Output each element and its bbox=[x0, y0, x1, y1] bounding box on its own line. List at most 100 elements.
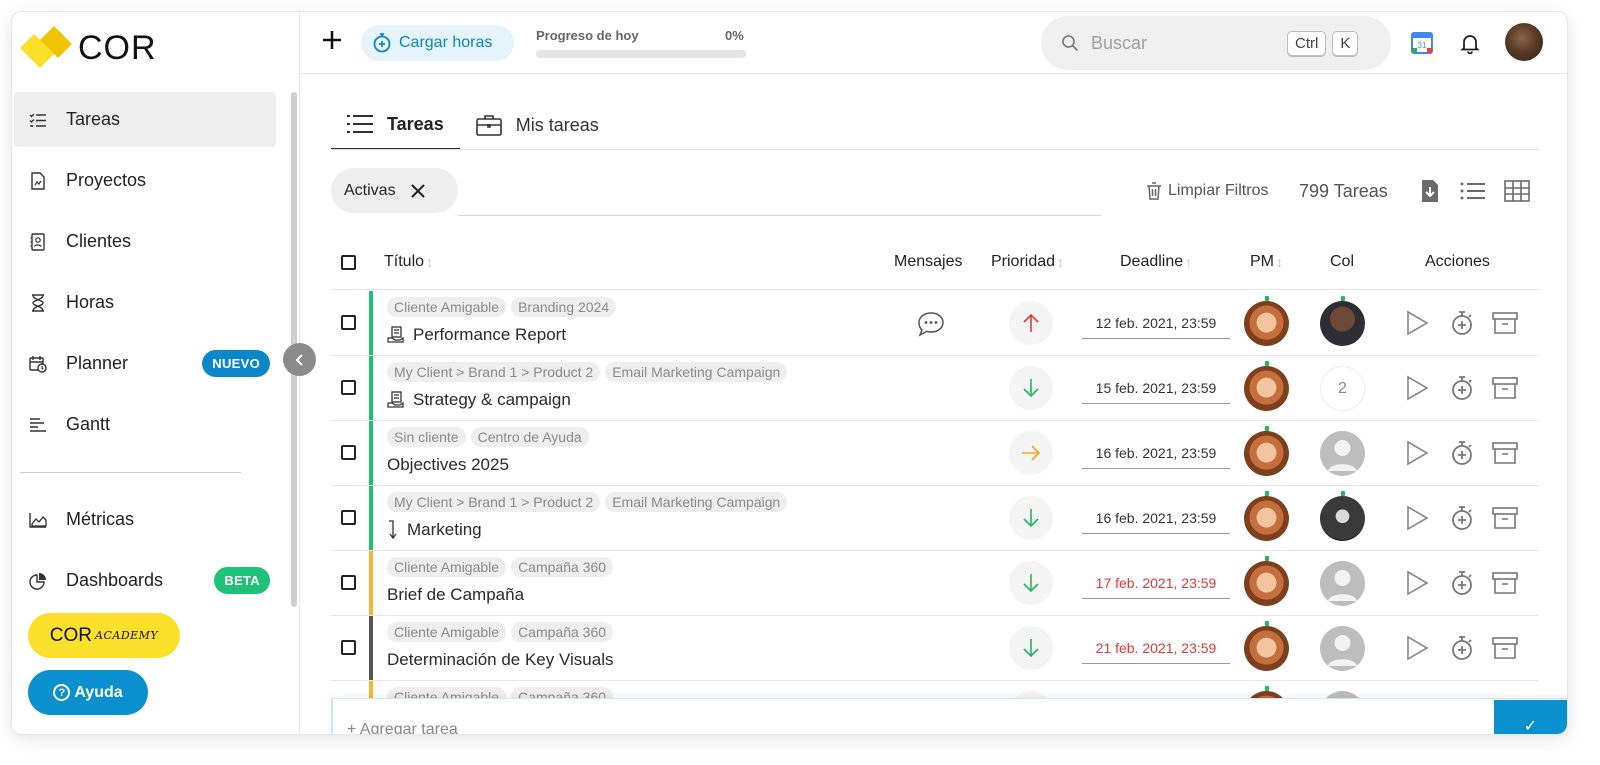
task-tag[interactable]: Campaña 360 bbox=[511, 557, 614, 577]
play-timer-icon[interactable] bbox=[1403, 374, 1431, 402]
archive-icon[interactable] bbox=[1491, 504, 1519, 532]
table-row[interactable]: My Client > Brand 1 > Product 2 Email Mar… bbox=[331, 356, 1539, 421]
confirm-add-task-button[interactable]: ✓ bbox=[1494, 700, 1567, 734]
priority-medium-arrow-icon[interactable] bbox=[1009, 431, 1053, 475]
task-tag[interactable]: My Client > Brand 1 > Product 2 bbox=[387, 492, 601, 512]
collaborator-avatar[interactable] bbox=[1320, 496, 1365, 541]
user-avatar[interactable] bbox=[1505, 23, 1543, 61]
deadline-field[interactable]: 21 feb. 2021, 23:59 bbox=[1082, 638, 1230, 664]
play-timer-icon[interactable] bbox=[1403, 439, 1431, 467]
collaborator-avatar[interactable] bbox=[1320, 301, 1365, 346]
table-row[interactable]: My Client > Brand 1 > Product 2 Email Mar… bbox=[331, 486, 1539, 551]
task-title[interactable]: Performance Report bbox=[387, 325, 566, 345]
sidebar-item-clientes[interactable]: Clientes bbox=[14, 214, 276, 269]
table-row[interactable]: Cliente Amigable Branding 2024 Performance… bbox=[331, 291, 1539, 356]
pm-avatar[interactable] bbox=[1244, 366, 1289, 411]
task-tag[interactable]: Cliente Amigable bbox=[387, 622, 507, 642]
deadline-field[interactable]: 12 feb. 2021, 23:59 bbox=[1082, 313, 1230, 339]
add-button[interactable] bbox=[321, 28, 343, 56]
export-download-icon[interactable] bbox=[1417, 178, 1443, 204]
tab-mis-tareas[interactable]: Mis tareas bbox=[460, 100, 615, 150]
deadline-field[interactable]: 16 feb. 2021, 23:59 bbox=[1082, 508, 1230, 534]
row-checkbox[interactable] bbox=[341, 445, 356, 460]
task-tag[interactable]: Branding 2024 bbox=[511, 297, 617, 317]
deadline-field[interactable]: 16 feb. 2021, 23:59 bbox=[1082, 443, 1230, 469]
collaborators-count[interactable]: 2 bbox=[1320, 366, 1365, 411]
archive-icon[interactable] bbox=[1491, 569, 1519, 597]
cor-academy-button[interactable]: COR ACADEMY bbox=[28, 613, 180, 658]
task-tag[interactable]: Email Marketing Campaign bbox=[605, 362, 788, 382]
deadline-field[interactable]: 17 feb. 2021, 23:59 bbox=[1082, 573, 1230, 599]
row-checkbox[interactable] bbox=[341, 640, 356, 655]
pm-avatar[interactable] bbox=[1244, 431, 1289, 476]
task-tag[interactable]: Email Marketing Campaign bbox=[605, 492, 788, 512]
search-box[interactable]: Ctrl K bbox=[1041, 16, 1391, 70]
priority-low-arrow-icon[interactable] bbox=[1009, 561, 1053, 605]
task-title[interactable]: Determinación de Key Visuals bbox=[387, 650, 613, 670]
task-title[interactable]: Brief de Campaña bbox=[387, 585, 524, 605]
grid-view-icon[interactable] bbox=[1504, 178, 1530, 204]
filter-chip-activas[interactable]: Activas bbox=[331, 168, 458, 213]
sidebar-item-proyectos[interactable]: Proyectos bbox=[14, 153, 276, 208]
select-all-checkbox[interactable] bbox=[341, 254, 356, 270]
list-view-icon[interactable] bbox=[1460, 178, 1486, 204]
deadline-field[interactable]: 15 feb. 2021, 23:59 bbox=[1082, 378, 1230, 404]
clear-filters-button[interactable]: Limpiar Filtros bbox=[1146, 182, 1268, 200]
task-title[interactable]: Objectives 2025 bbox=[387, 455, 509, 475]
stopwatch-add-icon[interactable] bbox=[1448, 439, 1476, 467]
table-row[interactable]: Cliente Amigable Campaña 360 Brief de Camp… bbox=[331, 551, 1539, 616]
header-pm[interactable]: PM ↕ bbox=[1250, 234, 1283, 290]
stopwatch-add-icon[interactable] bbox=[1448, 374, 1476, 402]
row-checkbox[interactable] bbox=[341, 380, 356, 395]
stopwatch-add-icon[interactable] bbox=[1448, 634, 1476, 662]
header-titulo[interactable]: Título ↕ bbox=[384, 234, 433, 290]
play-timer-icon[interactable] bbox=[1403, 309, 1431, 337]
archive-icon[interactable] bbox=[1491, 439, 1519, 467]
filter-input-line[interactable] bbox=[458, 215, 1101, 216]
archive-icon[interactable] bbox=[1491, 309, 1519, 337]
row-checkbox[interactable] bbox=[341, 315, 356, 330]
remove-filter-close-icon[interactable] bbox=[410, 183, 426, 199]
sidebar-item-tareas[interactable]: Tareas bbox=[14, 92, 276, 147]
pm-avatar[interactable] bbox=[1244, 496, 1289, 541]
priority-low-arrow-icon[interactable] bbox=[1009, 366, 1053, 410]
cor-logo[interactable]: COR bbox=[20, 26, 157, 70]
stopwatch-add-icon[interactable] bbox=[1448, 504, 1476, 532]
header-prioridad[interactable]: Prioridad ↕ bbox=[991, 234, 1064, 290]
task-tag[interactable]: Cliente Amigable bbox=[387, 297, 507, 317]
task-tag[interactable]: Centro de Ayuda bbox=[470, 427, 589, 447]
collaborator-avatar-placeholder[interactable] bbox=[1320, 626, 1365, 671]
row-checkbox[interactable] bbox=[341, 510, 356, 525]
sidebar-item-dashboards[interactable]: Dashboards BETA bbox=[14, 553, 276, 608]
sidebar-item-gantt[interactable]: Gantt bbox=[14, 397, 276, 452]
help-button[interactable]: ? Ayuda bbox=[28, 670, 148, 715]
task-tag[interactable]: Campaña 360 bbox=[511, 622, 614, 642]
pm-avatar[interactable] bbox=[1244, 561, 1289, 606]
message-bubble-icon[interactable] bbox=[916, 310, 946, 338]
task-title[interactable]: Strategy & campaign bbox=[387, 390, 571, 410]
table-row[interactable]: Cliente Amigable Campaña 360 Determinación… bbox=[331, 616, 1539, 681]
collapse-sidebar-button[interactable] bbox=[283, 343, 316, 376]
archive-icon[interactable] bbox=[1491, 374, 1519, 402]
tab-tareas[interactable]: Tareas bbox=[331, 100, 460, 150]
play-timer-icon[interactable] bbox=[1403, 634, 1431, 662]
search-input[interactable] bbox=[1091, 32, 1281, 54]
pm-avatar[interactable] bbox=[1244, 626, 1289, 671]
table-row[interactable]: Sin cliente Centro de Ayuda Objectives 202… bbox=[331, 421, 1539, 486]
collaborator-avatar-placeholder[interactable] bbox=[1320, 431, 1365, 476]
play-timer-icon[interactable] bbox=[1403, 504, 1431, 532]
task-tag[interactable]: My Client > Brand 1 > Product 2 bbox=[387, 362, 601, 382]
task-title[interactable]: Marketing bbox=[387, 520, 482, 540]
collaborator-avatar-placeholder[interactable] bbox=[1320, 561, 1365, 606]
pm-avatar[interactable] bbox=[1244, 301, 1289, 346]
task-tag[interactable]: Sin cliente bbox=[387, 427, 466, 447]
priority-high-arrow-icon[interactable] bbox=[1009, 301, 1053, 345]
header-deadline[interactable]: Deadline ↑ bbox=[1120, 234, 1192, 290]
cargar-horas-button[interactable]: Cargar horas bbox=[361, 25, 514, 61]
sidebar-item-planner[interactable]: Planner NUEVO bbox=[14, 336, 276, 391]
notifications-bell-icon[interactable] bbox=[1459, 32, 1481, 55]
priority-low-arrow-icon[interactable] bbox=[1009, 496, 1053, 540]
google-calendar-icon[interactable]: 31 bbox=[1411, 32, 1433, 54]
play-timer-icon[interactable] bbox=[1403, 569, 1431, 597]
priority-low-arrow-icon[interactable] bbox=[1009, 626, 1053, 670]
